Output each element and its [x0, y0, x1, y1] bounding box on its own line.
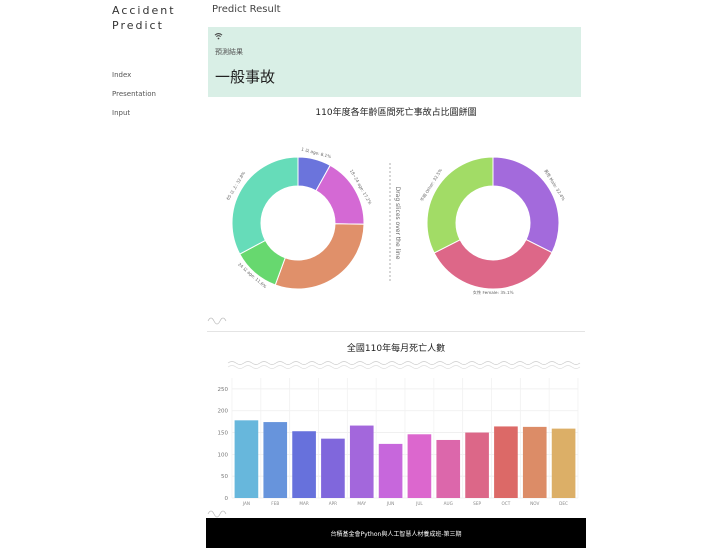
page-title: Predict Result: [212, 4, 281, 15]
donut-slice[interactable]: [433, 238, 553, 290]
result-value: 一般事故: [215, 68, 276, 86]
x-tick-label: OCT: [502, 501, 511, 506]
scrollbar-grip[interactable]: [207, 317, 227, 325]
x-tick-label: JUN: [386, 501, 394, 506]
bar-chart-title: 全國110年每月死亡人數: [346, 344, 446, 354]
wifi-icon: [214, 32, 223, 42]
nav-item-index[interactable]: Index: [112, 71, 156, 79]
bar[interactable]: [436, 439, 461, 498]
bar[interactable]: [494, 426, 518, 498]
bar[interactable]: [321, 438, 345, 498]
x-tick-label: AUG: [444, 501, 453, 506]
x-tick-label: NOV: [530, 501, 539, 506]
x-tick-label: MAY: [357, 501, 366, 506]
donut-chart-title: 110年度各年齡區間死亡事故占比圓餅圖: [315, 108, 477, 118]
donut-chart-gender: 男性 Male: 32.4%女性 Female: 35.1%不明 Other: …: [419, 156, 567, 296]
y-tick-label: 150: [218, 431, 229, 437]
x-tick-label: JUL: [415, 501, 423, 506]
x-tick-label: JAN: [242, 501, 250, 506]
zoom-scrollbar[interactable]: [227, 361, 581, 365]
brand-logo: Accident Predict: [112, 3, 176, 33]
bar[interactable]: [551, 428, 576, 498]
y-tick-label: 0: [225, 496, 229, 502]
zoom-scrollbar-track: [227, 365, 581, 369]
brand-line-1: Accident: [112, 4, 176, 17]
nav-item-presentation[interactable]: Presentation: [112, 90, 156, 98]
drag-hint-text: Drag slices over the line: [394, 187, 401, 260]
donut-slice-label: 女性 Female: 35.1%: [473, 289, 514, 296]
x-tick-label: FEB: [271, 501, 279, 506]
footer-text: 台積基金會Python與人工智慧人材養成班-第三期: [330, 530, 462, 538]
scrollbar-grip-bottom[interactable]: [207, 510, 227, 518]
donut-slice[interactable]: [274, 223, 365, 290]
y-tick-label: 50: [221, 474, 228, 480]
bar[interactable]: [263, 422, 288, 498]
bar[interactable]: [522, 426, 547, 498]
bar[interactable]: [292, 431, 316, 498]
footer: 台積基金會Python與人工智慧人材養成班-第三期: [206, 518, 586, 548]
donut-chart-age: 1 以 age: 8.1%18~24 age: 17.2%24 以 age: 1…: [224, 147, 373, 290]
bar[interactable]: [349, 425, 374, 498]
bar[interactable]: [465, 432, 489, 498]
x-tick-label: MAR: [299, 501, 308, 506]
bar[interactable]: [378, 443, 403, 498]
result-panel: 預測結果 一般事故: [208, 27, 581, 97]
x-tick-label: APR: [329, 501, 337, 506]
nav-item-input[interactable]: Input: [112, 109, 156, 117]
y-tick-label: 200: [218, 409, 229, 415]
section-divider: [207, 331, 585, 332]
brand-line-2: Predict: [112, 19, 164, 32]
result-label: 預測結果: [215, 48, 243, 56]
y-tick-label: 100: [218, 452, 229, 458]
donut-charts: Drag slices over the line 1 以 age: 8.1%1…: [207, 147, 567, 325]
x-tick-label: DEC: [559, 501, 568, 506]
monthly-bar-chart: 0 50 100 150 200 250 JAN FEB MAR APR MAY JUN JUL AUG…: [207, 361, 581, 518]
sidebar-nav: Index Presentation Input: [112, 71, 156, 128]
y-tick-label: 250: [218, 387, 229, 393]
bar[interactable]: [407, 434, 432, 498]
x-tick-label: SEP: [473, 501, 481, 506]
bar[interactable]: [234, 420, 259, 498]
